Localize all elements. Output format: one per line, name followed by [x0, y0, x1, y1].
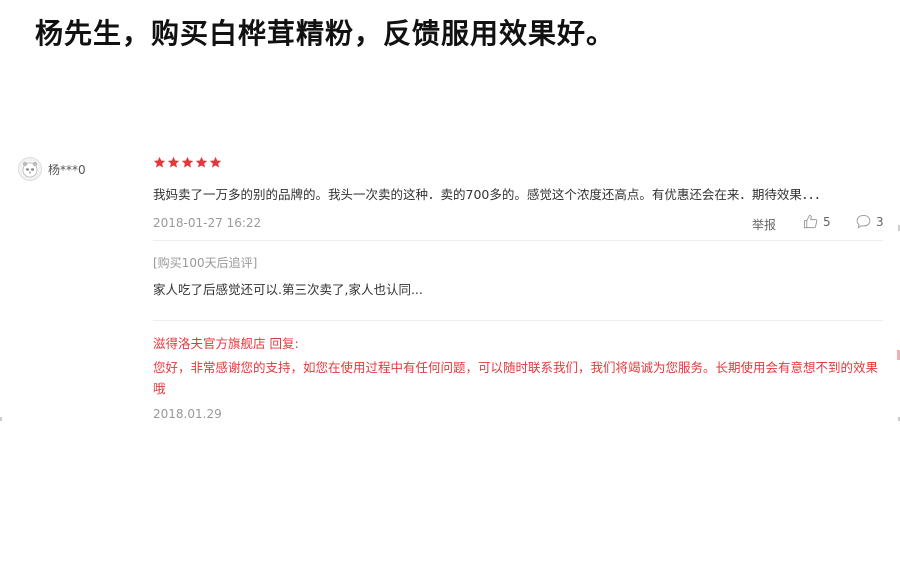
comment-count: 3 [876, 214, 884, 229]
comment-button[interactable]: 3 [856, 214, 884, 229]
star-icon [181, 156, 194, 168]
review-item: 我妈卖了一万多的别的品牌的。我头一次卖的这种．卖的700多的。感觉这个浓度还高点… [153, 156, 884, 421]
review-page: 杨先生，购买白桦茸精粉，反馈服用效果好。 杨***0 我妈卖了一万多的别的品牌的… [0, 0, 900, 572]
divider [153, 240, 883, 241]
like-button[interactable]: 5 [803, 214, 831, 229]
report-button[interactable]: 举报 [752, 216, 776, 233]
divider [153, 320, 883, 321]
seller-reply-date: 2018.01.29 [153, 407, 222, 421]
review-date: 2018-01-27 16:22 [153, 216, 262, 230]
review-meta: 2018-01-27 16:22 举报 5 3 [153, 214, 884, 233]
star-icon [209, 156, 222, 168]
username[interactable]: 杨***0 [48, 161, 86, 178]
star-rating [153, 156, 883, 172]
comment-bubble-icon [856, 214, 871, 229]
append-review-text: 家人吃了后感觉还可以.第三次卖了,家人也认同... [153, 282, 423, 297]
user-avatar[interactable] [18, 157, 42, 181]
thumbs-up-icon [803, 214, 818, 229]
edge-mark [0, 417, 2, 421]
seller-reply-header: 滋得洛夫官方旗舰店 回复: [153, 336, 299, 351]
append-review-label: [购买100天后追评] [153, 256, 258, 270]
star-icon [153, 156, 166, 168]
review-text: 我妈卖了一万多的别的品牌的。我头一次卖的这种．卖的700多的。感觉这个浓度还高点… [153, 187, 827, 202]
page-headline: 杨先生，购买白桦茸精粉，反馈服用效果好。 [35, 17, 616, 50]
like-count: 5 [823, 214, 831, 229]
seller-reply-text: 您好，非常感谢您的支持，如您在使用过程中有任何问题，可以随时联系我们，我们将竭诚… [153, 360, 879, 396]
star-icon [195, 156, 208, 168]
avatar-face-icon [19, 158, 41, 180]
star-icon [167, 156, 180, 168]
